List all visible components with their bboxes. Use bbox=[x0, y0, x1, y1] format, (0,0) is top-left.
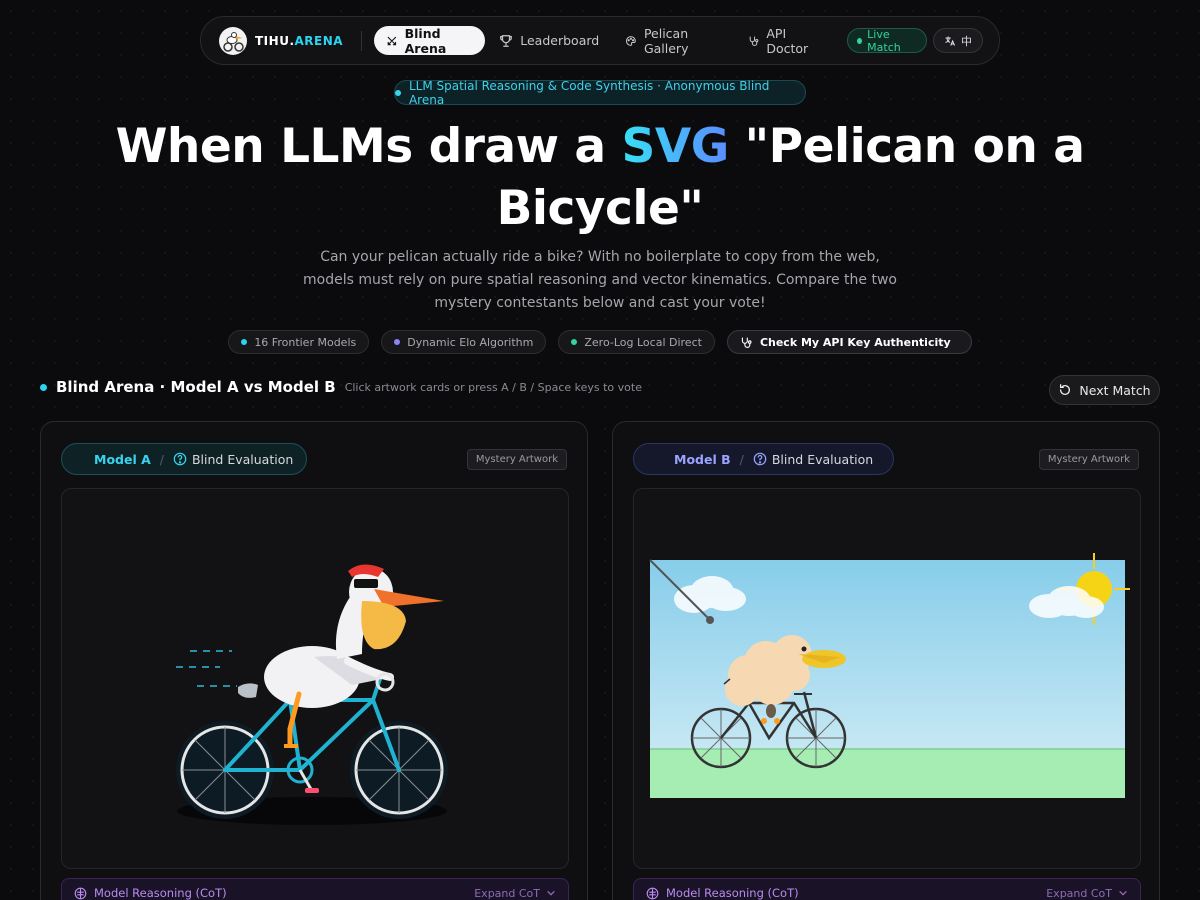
chip-dot-icon bbox=[241, 339, 248, 345]
cot-label: Model Reasoning (CoT) bbox=[94, 886, 227, 900]
chevron-down-icon bbox=[1119, 890, 1127, 896]
translate-icon bbox=[945, 36, 955, 46]
pelican-bicycle-artwork-b bbox=[649, 553, 1130, 798]
feature-chips: 16 Frontier Models Dynamic Elo Algorithm… bbox=[0, 330, 1200, 354]
tagline-dot-icon bbox=[395, 89, 401, 96]
language-label: 中 bbox=[960, 34, 972, 48]
model-b-card[interactable]: Model B / Blind Evaluation Mystery Artwo… bbox=[612, 421, 1160, 900]
hero-subtitle: Can your pelican actually ride a bike? W… bbox=[303, 249, 897, 311]
hero-tagline-badge: LLM Spatial Reasoning & Code Synthesis ·… bbox=[394, 78, 806, 107]
cot-label: Model Reasoning (CoT) bbox=[666, 886, 799, 900]
arena-title: Blind Arena · Model A vs Model B bbox=[56, 378, 336, 396]
nav-item-api-doctor[interactable]: API Doctor bbox=[736, 25, 833, 56]
model-b-header: Model B / Blind Evaluation bbox=[633, 443, 894, 475]
help-circle-icon bbox=[753, 452, 767, 466]
chip-elo-algorithm: Dynamic Elo Algorithm bbox=[381, 330, 547, 354]
mystery-artwork-badge: Mystery Artwork bbox=[1038, 449, 1139, 470]
live-match-badge[interactable]: Live Match bbox=[847, 27, 927, 54]
nav-divider bbox=[361, 30, 362, 51]
expand-cot-label: Expand CoT bbox=[1046, 886, 1112, 900]
arena-hint: Click artwork cards or press A / B / Spa… bbox=[344, 380, 642, 394]
model-a-card[interactable]: Model A / Blind Evaluation Mystery Artwo… bbox=[40, 421, 588, 900]
swords-icon bbox=[387, 36, 396, 45]
check-api-key-button[interactable]: Check My API Key Authenticity bbox=[726, 330, 972, 354]
brain-icon bbox=[646, 887, 659, 899]
nav-item-label: Blind Arena bbox=[404, 25, 447, 56]
tagline-text: LLM Spatial Reasoning & Code Synthesis ·… bbox=[408, 78, 770, 107]
brand[interactable]: TIHU.ARENA bbox=[219, 26, 344, 55]
palette-icon bbox=[626, 35, 636, 46]
chip-frontier-models: 16 Frontier Models bbox=[228, 330, 370, 354]
live-dot-icon bbox=[857, 37, 863, 44]
nav-item-pelican-gallery[interactable]: Pelican Gallery bbox=[613, 25, 733, 56]
next-match-button[interactable]: Next Match bbox=[1049, 375, 1160, 405]
cot-toggle-a[interactable]: Model Reasoning (CoT) Expand CoT bbox=[61, 878, 569, 900]
chip-dot-icon bbox=[394, 339, 401, 345]
mystery-artwork-badge: Mystery Artwork bbox=[466, 449, 567, 470]
brain-icon bbox=[74, 887, 87, 899]
stethoscope-icon bbox=[749, 36, 759, 46]
artwork-a[interactable] bbox=[61, 488, 569, 869]
expand-cot-label: Expand CoT bbox=[474, 886, 540, 900]
cot-toggle-b[interactable]: Model Reasoning (CoT) Expand CoT bbox=[633, 878, 1141, 900]
nav-item-label: Leaderboard bbox=[520, 33, 600, 48]
language-toggle[interactable]: 中 bbox=[932, 28, 983, 53]
pelican-logo-icon bbox=[219, 26, 247, 55]
chip-zero-log: Zero-Log Local Direct bbox=[558, 330, 715, 354]
help-circle-icon bbox=[173, 452, 187, 466]
nav-item-label: Pelican Gallery bbox=[643, 25, 689, 56]
top-nav: TIHU.ARENA Blind Arena Leaderboard Pelic… bbox=[200, 16, 1000, 65]
arena-header: Blind Arena · Model A vs Model B Click a… bbox=[40, 378, 642, 396]
brand-name: TIHU.ARENA bbox=[255, 33, 344, 48]
pelican-bicycle-artwork-a bbox=[176, 564, 448, 825]
refresh-icon bbox=[1060, 384, 1071, 396]
model-b-name: Model B bbox=[674, 451, 731, 467]
nav-item-leaderboard[interactable]: Leaderboard bbox=[487, 26, 611, 55]
title-highlight: SVG bbox=[621, 119, 729, 174]
nav-item-label: API Doctor bbox=[766, 25, 809, 56]
arena-dot-icon bbox=[40, 383, 47, 391]
chip-dot-icon bbox=[571, 339, 578, 345]
chevron-down-icon bbox=[547, 890, 555, 896]
blind-evaluation-label: Blind Evaluation bbox=[771, 451, 874, 467]
artwork-b[interactable] bbox=[633, 488, 1141, 869]
nav-item-blind-arena[interactable]: Blind Arena bbox=[373, 25, 486, 56]
model-a-name: Model A bbox=[94, 451, 151, 467]
blind-evaluation-label: Blind Evaluation bbox=[191, 451, 294, 467]
trophy-icon bbox=[500, 34, 513, 47]
page-title: When LLMs draw a SVG "Pelican on a Bicyc… bbox=[115, 119, 1085, 236]
model-a-header: Model A / Blind Evaluation bbox=[61, 443, 307, 475]
stethoscope-icon bbox=[741, 337, 752, 348]
live-match-label: Live Match bbox=[867, 27, 901, 54]
